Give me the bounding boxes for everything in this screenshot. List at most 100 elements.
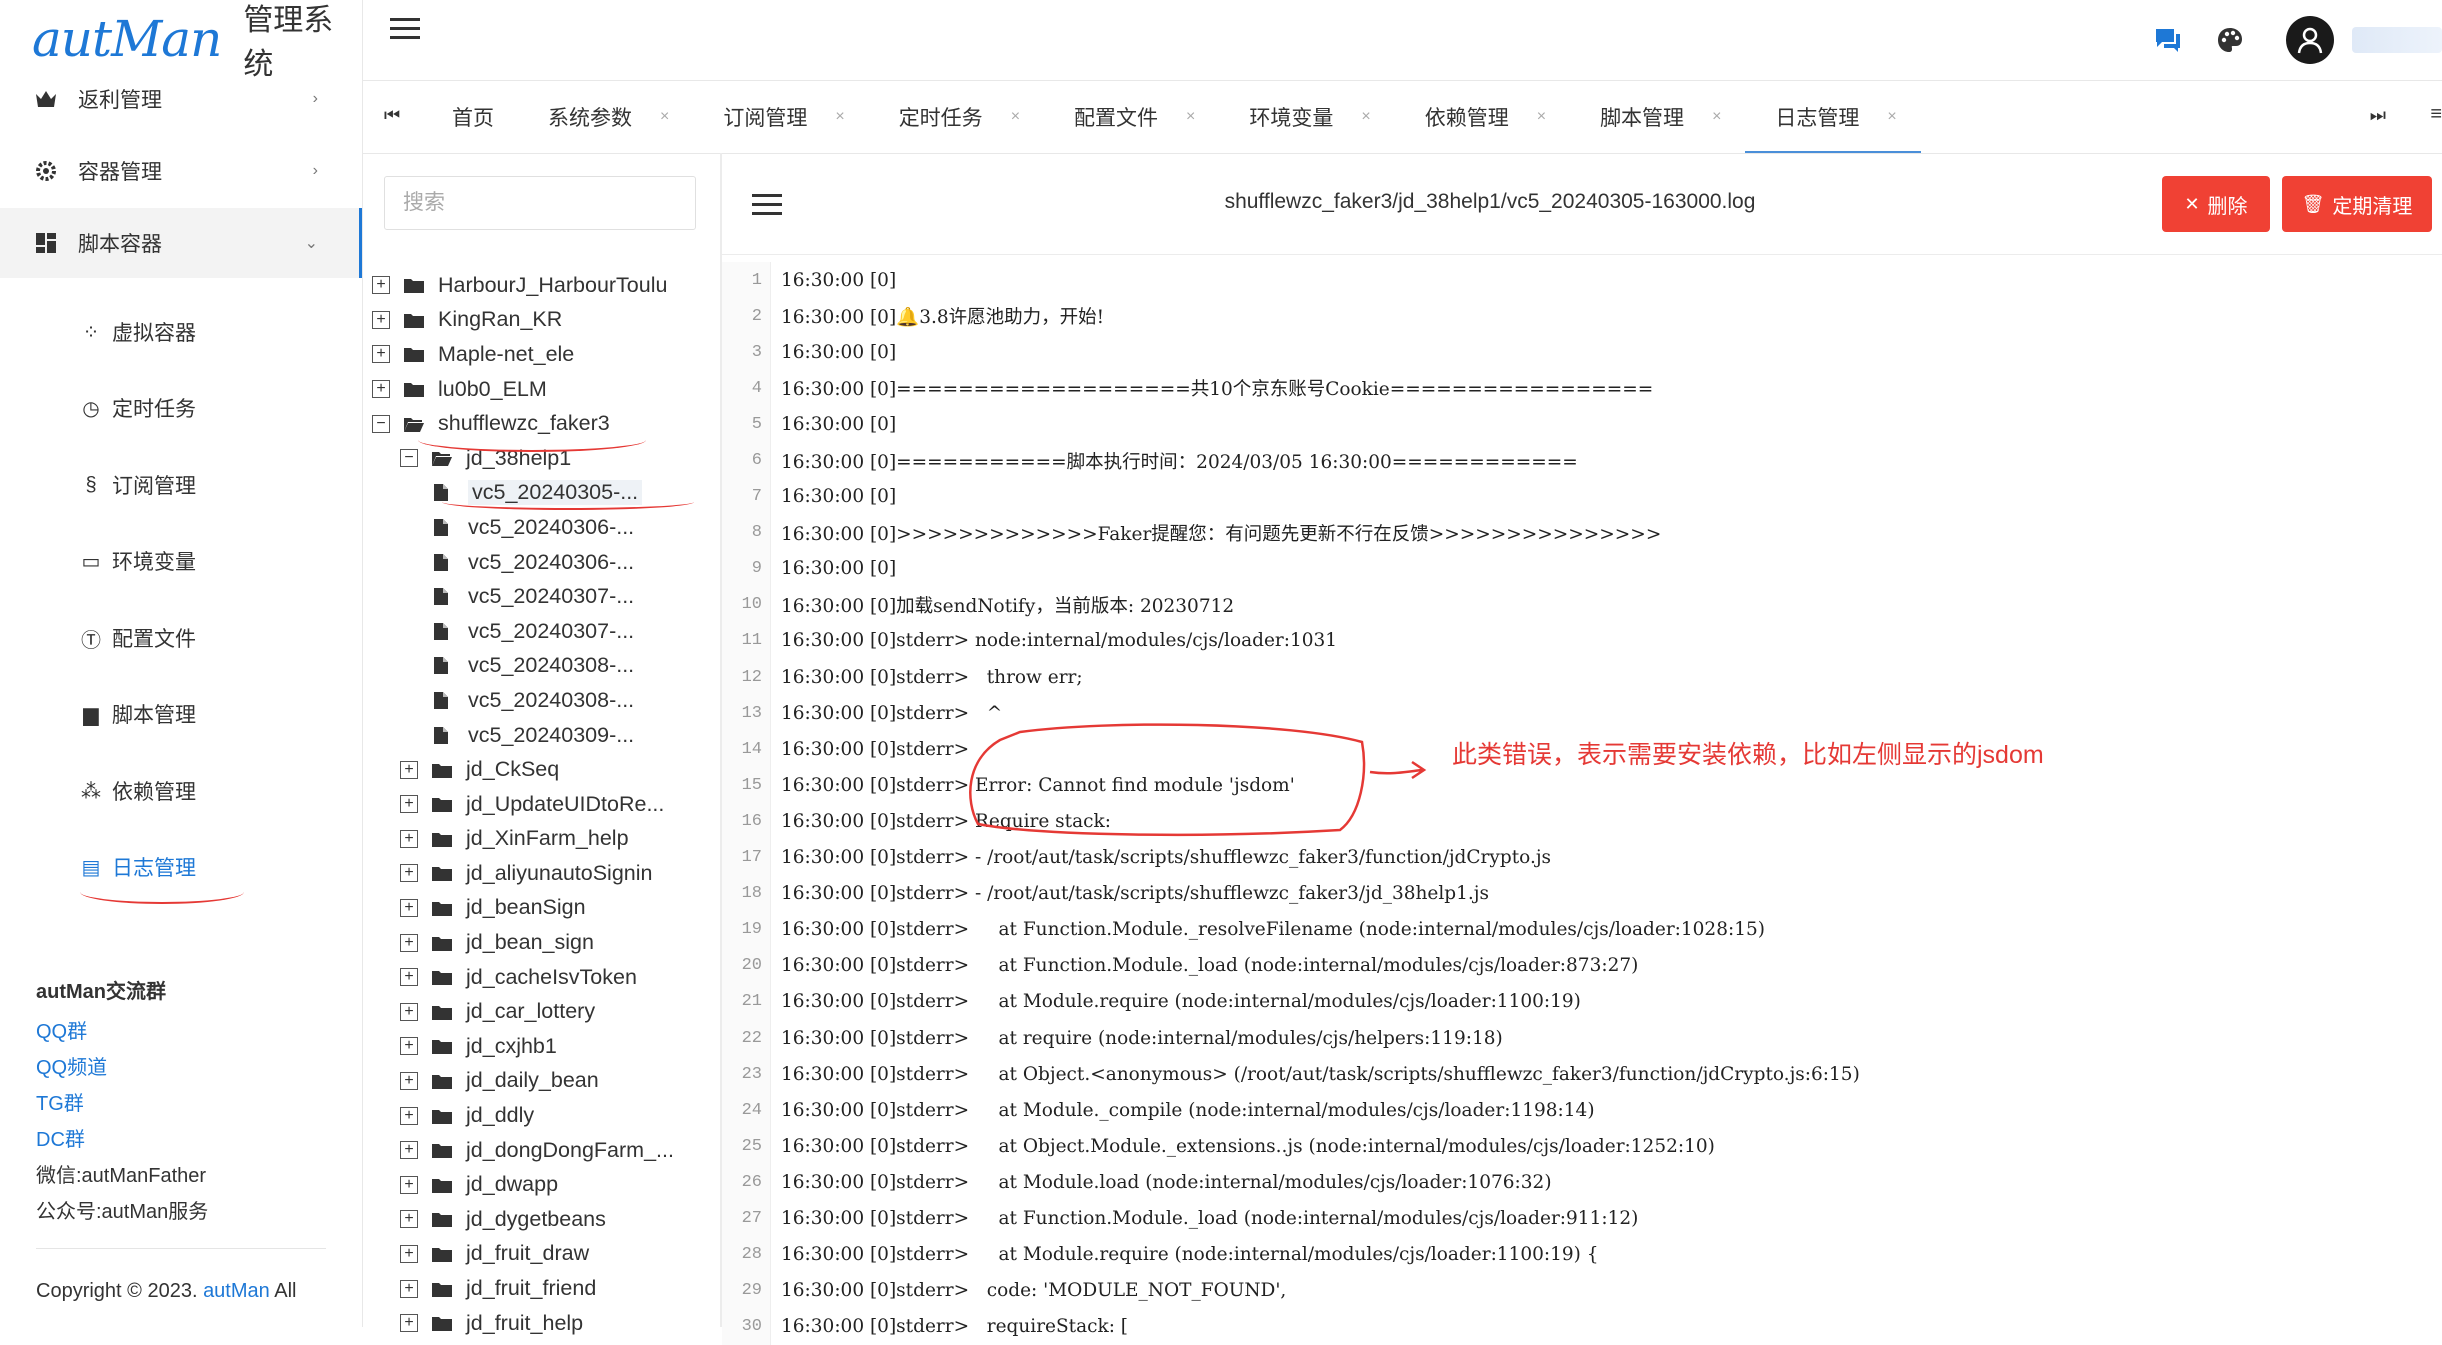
log-line: 11 16:30:00 [0]stderr> node:internal/modu…	[722, 622, 2442, 660]
tree-file-item[interactable]: vc5_20240306-...	[372, 545, 717, 580]
palette-icon[interactable]	[2210, 20, 2250, 60]
tree-folder-item[interactable]: + Maple-net_ele	[372, 337, 717, 372]
tree-folder-item[interactable]: + jd_cxjhb1	[372, 1029, 717, 1064]
tree-folder-item[interactable]: + jd_dongDongFarm_...	[372, 1133, 717, 1168]
sidebar-item-subscription[interactable]: § 订阅管理	[0, 455, 362, 515]
sidebar-item-scripts[interactable]: ▆ 脚本管理	[0, 684, 362, 744]
expand-icon[interactable]: +	[400, 760, 418, 779]
tab-system-params[interactable]: 系统参数 ×	[518, 81, 693, 153]
community-link-dc[interactable]: DC群	[36, 1122, 336, 1158]
collapse-icon[interactable]: −	[372, 414, 390, 433]
sidebar-item-virtual-container[interactable]: ⁘ 虚拟容器	[0, 302, 362, 362]
community-link-qq-channel[interactable]: QQ频道	[36, 1050, 336, 1086]
tree-folder-item[interactable]: + lu0b0_ELM	[372, 372, 717, 407]
username-blurred[interactable]	[2352, 27, 2442, 53]
tree-folder-item[interactable]: + jd_dwapp	[372, 1167, 717, 1202]
sidebar-item-env[interactable]: ▭ 环境变量	[0, 531, 362, 591]
tab-config[interactable]: 配置文件 ×	[1044, 81, 1219, 153]
expand-icon[interactable]: +	[372, 345, 390, 364]
expand-icon[interactable]: +	[400, 1106, 418, 1125]
tree-folder-item[interactable]: + jd_XinFarm_help	[372, 822, 717, 857]
copyright-link[interactable]: autMan	[203, 1280, 270, 1302]
tab-logs[interactable]: 日志管理 ×	[1745, 81, 1922, 153]
tree-folder-item[interactable]: + jd_fruit_friend	[372, 1271, 717, 1306]
tab-menu-icon[interactable]: ≡	[2430, 103, 2442, 126]
menu-script-container[interactable]: 脚本容器 ⌄	[0, 208, 362, 278]
sidebar-toggle-button[interactable]	[390, 18, 420, 42]
tree-folder-item[interactable]: + jd_daily_bean	[372, 1064, 717, 1099]
tab-dependency[interactable]: 依赖管理 ×	[1395, 81, 1570, 153]
expand-icon[interactable]: +	[400, 1210, 418, 1229]
tree-folder-item[interactable]: + jd_UpdateUIDtoRe...	[372, 787, 717, 822]
close-icon[interactable]: ×	[1361, 108, 1370, 126]
tree-file-item[interactable]: vc5_20240307-...	[372, 614, 717, 649]
tab-home[interactable]: 首页	[422, 81, 518, 153]
tab-env[interactable]: 环境变量 ×	[1219, 81, 1394, 153]
tree-folder-item[interactable]: + jd_beanSign	[372, 891, 717, 926]
expand-icon[interactable]: +	[400, 1037, 418, 1056]
sidebar-item-dependency[interactable]: ⁂ 依赖管理	[0, 761, 362, 821]
close-icon[interactable]: ×	[835, 108, 844, 126]
expand-icon[interactable]: +	[400, 1071, 418, 1090]
tab-cron[interactable]: 定时任务 ×	[869, 81, 1044, 153]
tree-folder-item[interactable]: + jd_bean_sign	[372, 925, 717, 960]
tree-file-item[interactable]: vc5_20240308-...	[372, 683, 717, 718]
tree-folder-item[interactable]: + jd_cacheIsvToken	[372, 960, 717, 995]
expand-icon[interactable]: +	[372, 276, 390, 295]
line-number: 6	[722, 442, 771, 479]
expand-icon[interactable]: +	[400, 864, 418, 883]
tree-file-item[interactable]: vc5_20240306-...	[372, 510, 717, 545]
file-icon	[434, 553, 454, 571]
delete-button[interactable]: ✕ 删除	[2162, 176, 2270, 232]
expand-icon[interactable]: +	[400, 1314, 418, 1333]
expand-icon[interactable]: +	[372, 310, 390, 329]
tree-folder-item[interactable]: + jd_dygetbeans	[372, 1202, 717, 1237]
close-icon[interactable]: ×	[660, 108, 669, 126]
menu-container[interactable]: 容器管理 ›	[0, 136, 362, 206]
tree-folder-item[interactable]: + jd_fruit_draw	[372, 1237, 717, 1272]
expand-icon[interactable]: +	[372, 380, 390, 399]
sidebar-item-cron[interactable]: ◷ 定时任务	[0, 378, 362, 438]
collapse-icon[interactable]: −	[400, 449, 418, 468]
tree-folder-item[interactable]: + KingRan_KR	[372, 303, 717, 338]
tree-folder-item[interactable]: + jd_car_lottery	[372, 994, 717, 1029]
tree-file-item[interactable]: vc5_20240308-...	[372, 649, 717, 684]
log-line: 7 16:30:00 [0]	[722, 478, 2442, 515]
close-icon[interactable]: ×	[1186, 108, 1195, 126]
close-icon[interactable]: ×	[1712, 108, 1721, 126]
chat-icon[interactable]	[2148, 20, 2188, 60]
expand-icon[interactable]: +	[400, 1175, 418, 1194]
log-menu-button[interactable]	[752, 194, 782, 216]
tree-folder-item[interactable]: + HarbourJ_HarbourToulu	[372, 268, 717, 303]
expand-icon[interactable]: +	[400, 1244, 418, 1263]
tab-scroll-left-icon[interactable]: ⏮	[384, 105, 400, 126]
close-icon[interactable]: ×	[1887, 108, 1896, 126]
community-link-tg[interactable]: TG群	[36, 1086, 336, 1122]
log-line-text: 16:30:00 [0]stderr>	[781, 738, 970, 760]
community-link-qq[interactable]: QQ群	[36, 1014, 336, 1050]
tree-folder-item[interactable]: + jd_ddly	[372, 1098, 717, 1133]
menu-rebate[interactable]: 返利管理 ›	[0, 64, 362, 134]
clean-button[interactable]: 🗑 定期清理	[2282, 176, 2432, 232]
tab-subscription[interactable]: 订阅管理 ×	[693, 81, 868, 153]
expand-icon[interactable]: +	[400, 829, 418, 848]
tree-folder-item[interactable]: + jd_fruit_help	[372, 1306, 717, 1341]
tree-file-item[interactable]: vc5_20240307-...	[372, 579, 717, 614]
expand-icon[interactable]: +	[400, 933, 418, 952]
close-icon[interactable]: ×	[1537, 108, 1546, 126]
tab-scripts[interactable]: 脚本管理 ×	[1570, 81, 1745, 153]
expand-icon[interactable]: +	[400, 1141, 418, 1160]
expand-icon[interactable]: +	[400, 795, 418, 814]
tree-file-item[interactable]: vc5_20240309-...	[372, 718, 717, 753]
close-icon[interactable]: ×	[1011, 108, 1020, 126]
expand-icon[interactable]: +	[400, 1002, 418, 1021]
search-input[interactable]	[384, 176, 696, 230]
tab-scroll-right-icon[interactable]: ⏭	[2370, 105, 2386, 126]
tree-folder-item[interactable]: + jd_CkSeq	[372, 752, 717, 787]
expand-icon[interactable]: +	[400, 898, 418, 917]
expand-icon[interactable]: +	[400, 968, 418, 987]
user-avatar[interactable]	[2286, 16, 2334, 64]
sidebar-item-config[interactable]: Ⓣ 配置文件	[0, 608, 362, 668]
expand-icon[interactable]: +	[400, 1279, 418, 1298]
tree-folder-item[interactable]: + jd_aliyunautoSignin	[372, 856, 717, 891]
